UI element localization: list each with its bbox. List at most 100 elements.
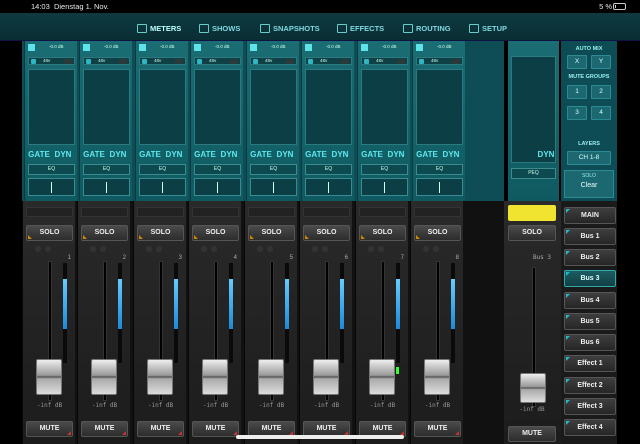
gate-button[interactable]: GATE <box>416 148 438 162</box>
channel-select-button[interactable] <box>28 44 35 51</box>
phase-button[interactable] <box>419 59 424 64</box>
fader-handle[interactable] <box>369 359 395 395</box>
solo-clear-button[interactable]: SOLO Clear <box>564 170 614 198</box>
tab-effects[interactable]: EFFECTS <box>337 21 384 35</box>
phantom-toggle[interactable] <box>452 59 460 64</box>
mix-bus-4-button[interactable]: Bus 4 <box>564 292 616 309</box>
phase-button[interactable] <box>364 59 369 64</box>
phase-button[interactable] <box>142 59 147 64</box>
solo-button[interactable]: SOLO <box>359 225 406 241</box>
phase-button[interactable] <box>86 59 91 64</box>
gate-button[interactable]: GATE <box>28 148 50 162</box>
dyn-button[interactable]: DYN <box>162 148 186 162</box>
channel-name-bar[interactable] <box>414 207 461 217</box>
mute-group-4-button[interactable]: 4 <box>591 106 611 120</box>
channel-select-button[interactable] <box>194 44 201 51</box>
mix-bus-6-button[interactable]: Bus 6 <box>564 334 616 351</box>
bus-peq-button[interactable]: PEQ <box>511 168 556 179</box>
dyn-button[interactable]: DYN <box>439 148 463 162</box>
channel-select-button[interactable] <box>416 44 423 51</box>
mix-main-button[interactable]: MAIN <box>564 207 616 224</box>
channel-dynamics-panel[interactable] <box>139 69 186 145</box>
tab-setup[interactable]: SETUP <box>469 21 507 35</box>
solo-button[interactable]: SOLO <box>248 225 295 241</box>
mute-button[interactable]: MUTE <box>414 421 461 437</box>
channel-name-bar[interactable] <box>26 207 73 217</box>
mix-bus-3-button[interactable]: Bus 3 <box>564 270 616 287</box>
tab-shows[interactable]: SHOWS <box>199 21 240 35</box>
eq-button[interactable]: EQ <box>416 164 463 175</box>
eq-button[interactable]: EQ <box>139 164 186 175</box>
mix-bus-2-button[interactable]: Bus 2 <box>564 249 616 266</box>
channel-dynamics-panel[interactable] <box>361 69 408 145</box>
mute-button[interactable]: MUTE <box>26 421 73 437</box>
eq-button[interactable]: EQ <box>361 164 408 175</box>
mute-group-1-button[interactable]: 1 <box>567 85 587 99</box>
eq-button[interactable]: EQ <box>28 164 75 175</box>
mute-button[interactable]: MUTE <box>81 421 128 437</box>
bus-name-bar[interactable] <box>508 205 556 221</box>
dyn-button[interactable]: DYN <box>217 148 241 162</box>
pan-control[interactable] <box>416 178 463 196</box>
channel-dynamics-panel[interactable] <box>416 69 463 145</box>
channel-name-bar[interactable] <box>303 207 350 217</box>
channel-select-button[interactable] <box>83 44 90 51</box>
phantom-toggle[interactable] <box>286 59 294 64</box>
dyn-button[interactable]: DYN <box>273 148 297 162</box>
solo-button[interactable]: SOLO <box>303 225 350 241</box>
tab-meters[interactable]: METERS <box>137 21 181 35</box>
gate-button[interactable]: GATE <box>305 148 327 162</box>
bus-dynamics-panel[interactable] <box>511 56 556 163</box>
phantom-toggle[interactable] <box>119 59 127 64</box>
channel-name-bar[interactable] <box>137 207 184 217</box>
channel-select-button[interactable] <box>361 44 368 51</box>
fader-handle[interactable] <box>258 359 284 395</box>
bus-fader-handle[interactable] <box>520 373 546 403</box>
dyn-button[interactable]: DYN <box>51 148 75 162</box>
pan-control[interactable] <box>139 178 186 196</box>
mute-button[interactable]: MUTE <box>137 421 184 437</box>
fader-handle[interactable] <box>313 359 339 395</box>
solo-button[interactable]: SOLO <box>81 225 128 241</box>
gate-button[interactable]: GATE <box>139 148 161 162</box>
fader-handle[interactable] <box>147 359 173 395</box>
channel-name-bar[interactable] <box>248 207 295 217</box>
channel-name-bar[interactable] <box>81 207 128 217</box>
fader-handle[interactable] <box>91 359 117 395</box>
channel-select-button[interactable] <box>305 44 312 51</box>
solo-button[interactable]: SOLO <box>137 225 184 241</box>
pan-control[interactable] <box>305 178 352 196</box>
mix-effect-1-button[interactable]: Effect 1 <box>564 355 616 372</box>
pan-control[interactable] <box>361 178 408 196</box>
phantom-toggle[interactable] <box>230 59 238 64</box>
layer-select-button[interactable]: CH 1-8 <box>567 151 611 165</box>
mute-group-2-button[interactable]: 2 <box>591 85 611 99</box>
tab-snapshots[interactable]: SNAPSHOTS <box>260 21 320 35</box>
solo-button[interactable]: SOLO <box>192 225 239 241</box>
mute-group-3-button[interactable]: 3 <box>567 106 587 120</box>
channel-dynamics-panel[interactable] <box>250 69 297 145</box>
channel-select-button[interactable] <box>250 44 257 51</box>
dyn-button[interactable]: DYN <box>328 148 352 162</box>
dyn-button[interactable]: DYN <box>106 148 130 162</box>
fader-handle[interactable] <box>36 359 62 395</box>
channel-dynamics-panel[interactable] <box>194 69 241 145</box>
phase-button[interactable] <box>253 59 258 64</box>
mix-effect-2-button[interactable]: Effect 2 <box>564 377 616 394</box>
fader-handle[interactable] <box>202 359 228 395</box>
pan-control[interactable] <box>250 178 297 196</box>
mix-effect-4-button[interactable]: Effect 4 <box>564 419 616 436</box>
auto-mix-x-button[interactable]: X <box>567 55 587 69</box>
phantom-toggle[interactable] <box>175 59 183 64</box>
pan-control[interactable] <box>83 178 130 196</box>
mix-bus-5-button[interactable]: Bus 5 <box>564 313 616 330</box>
phase-button[interactable] <box>308 59 313 64</box>
channel-name-bar[interactable] <box>359 207 406 217</box>
phantom-toggle[interactable] <box>397 59 405 64</box>
auto-mix-y-button[interactable]: Y <box>591 55 611 69</box>
mute-button[interactable]: MUTE <box>192 421 239 437</box>
fader-handle[interactable] <box>424 359 450 395</box>
phantom-toggle[interactable] <box>64 59 72 64</box>
solo-button[interactable]: SOLO <box>26 225 73 241</box>
eq-button[interactable]: EQ <box>194 164 241 175</box>
